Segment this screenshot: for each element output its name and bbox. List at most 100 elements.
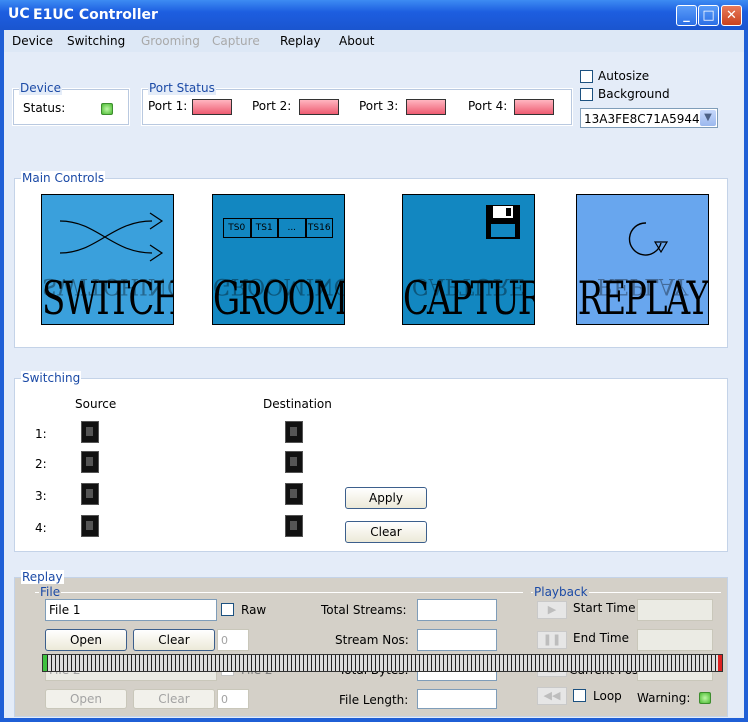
playback-title: Playback xyxy=(533,585,589,599)
source-port-1-icon[interactable] xyxy=(81,421,99,443)
raw-label: Raw xyxy=(241,603,267,617)
source-port-2-icon[interactable] xyxy=(81,451,99,473)
source-port-4-icon[interactable] xyxy=(81,515,99,537)
port3-led xyxy=(406,99,446,115)
autosize-label: Autosize xyxy=(598,69,650,83)
dest-port-4-icon[interactable] xyxy=(285,515,303,537)
end-time-field[interactable] xyxy=(637,629,713,651)
menu-grooming[interactable]: Grooming xyxy=(141,34,200,48)
file-length-field[interactable] xyxy=(417,689,497,709)
main-controls-title: Main Controls xyxy=(21,171,106,185)
device-group-title: Device xyxy=(19,81,63,95)
stream-nos-field[interactable] xyxy=(417,629,497,651)
switching-arrows-icon xyxy=(59,212,164,262)
row-label: 2: xyxy=(35,457,47,471)
maximize-button[interactable]: □ xyxy=(698,5,719,26)
capture-tile[interactable]: CAPTURE CAPTURE xyxy=(402,194,535,325)
port4-label: Port 4: xyxy=(468,99,508,113)
file-group: File File 1 Raw Open Clear 0 File 2 File… xyxy=(35,585,523,709)
replay-group-title: Replay xyxy=(21,570,64,584)
background-checkbox[interactable] xyxy=(580,88,593,101)
playback-group: Playback ▶ Start Time ❚❚ End Time ■ Curr… xyxy=(531,585,721,705)
port-status-group: Port Status Port 1: Port 2: Port 3: Port… xyxy=(141,81,573,126)
dest-port-3-icon[interactable] xyxy=(285,483,303,505)
total-streams-field[interactable] xyxy=(417,599,497,621)
switching-tile[interactable]: SWITCHING SWITCHING xyxy=(41,194,174,325)
clear-file2-button[interactable]: Clear xyxy=(133,689,215,709)
main-controls-group: Main Controls SWITCHING SWITCHING TS0 TS… xyxy=(14,171,728,348)
menu-capture[interactable]: Capture xyxy=(212,34,260,48)
ts-cell: ... xyxy=(278,218,306,238)
progress-end-marker xyxy=(718,655,722,671)
row-label: 4: xyxy=(35,521,47,535)
file2-stepper[interactable]: 0 xyxy=(217,689,249,709)
file1-stepper-value: 0 xyxy=(221,634,228,647)
raw-checkbox[interactable] xyxy=(221,603,234,616)
maximize-icon: □ xyxy=(702,8,715,23)
switching-tile-label: SWITCHING xyxy=(42,272,173,325)
switching-group-title: Switching xyxy=(21,371,82,385)
row-label: 1: xyxy=(35,427,47,441)
port1-led xyxy=(192,99,232,115)
port3-label: Port 3: xyxy=(359,99,399,113)
port2-led xyxy=(299,99,339,115)
ts-cell: TS0 xyxy=(223,218,251,238)
file2-stepper-value: 0 xyxy=(221,693,228,706)
background-label: Background xyxy=(598,87,670,101)
source-header: Source xyxy=(75,397,117,411)
warning-label: Warning: xyxy=(637,691,691,705)
apply-button[interactable]: Apply xyxy=(345,487,427,509)
row-label: 3: xyxy=(35,489,47,503)
port1-label: Port 1: xyxy=(148,99,188,113)
port4-led xyxy=(514,99,554,115)
replay-progress-bar xyxy=(42,654,723,672)
replay-tile[interactable]: REPLAY REPLAY xyxy=(576,194,709,325)
menu-replay[interactable]: Replay xyxy=(280,34,321,48)
device-select[interactable]: 13A3FE8C71A5944 ▼ xyxy=(580,108,718,128)
chevron-down-icon[interactable]: ▼ xyxy=(700,110,716,126)
minimize-icon: _ xyxy=(683,8,690,23)
total-streams-label: Total Streams: xyxy=(321,603,407,617)
clear-file1-button[interactable]: Clear xyxy=(133,629,215,651)
end-time-label: End Time xyxy=(573,631,629,645)
clear-switching-button[interactable]: Clear xyxy=(345,521,427,543)
grooming-tile[interactable]: TS0 TS1 ... TS16 GROOMING GROOMING xyxy=(212,194,345,325)
menu-switching[interactable]: Switching xyxy=(67,34,125,48)
dest-port-1-icon[interactable] xyxy=(285,421,303,443)
rewind-button[interactable]: ◀◀ xyxy=(537,687,567,705)
ts-cell: TS16 xyxy=(305,218,333,238)
start-time-label: Start Time xyxy=(573,601,636,615)
open-file1-button[interactable]: Open xyxy=(45,629,127,651)
main-body: Device Status: Port Status Port 1: Port … xyxy=(4,52,744,718)
open-file2-button[interactable]: Open xyxy=(45,689,127,709)
loop-checkbox[interactable] xyxy=(573,689,586,702)
autosize-checkbox[interactable] xyxy=(580,70,593,83)
loop-label: Loop xyxy=(593,689,622,703)
warning-led xyxy=(699,692,711,704)
window-title: E1UC Controller xyxy=(33,7,158,23)
file1-input[interactable]: File 1 xyxy=(45,599,217,621)
menu-bar: Device Switching Grooming Capture Replay… xyxy=(4,30,744,52)
replay-tile-label: REPLAY xyxy=(577,272,708,325)
device-select-value: 13A3FE8C71A5944 xyxy=(584,112,700,126)
ts-cell: TS1 xyxy=(250,218,278,238)
app-logo: UC xyxy=(8,6,30,22)
replay-icon xyxy=(628,222,669,256)
menu-device[interactable]: Device xyxy=(12,34,53,48)
minimize-button[interactable]: _ xyxy=(676,5,697,26)
file1-stepper[interactable]: 0 xyxy=(217,629,249,651)
start-time-field[interactable] xyxy=(637,599,713,621)
progress-start-marker xyxy=(43,655,47,671)
replay-group: Replay File File 1 Raw Open Clear 0 File… xyxy=(14,570,728,717)
status-label: Status: xyxy=(23,101,66,115)
source-port-3-icon[interactable] xyxy=(81,483,99,505)
menu-about[interactable]: About xyxy=(339,34,374,48)
title-bar[interactable]: UC E1UC Controller _ □ ✕ xyxy=(0,0,748,30)
play-button[interactable]: ▶ xyxy=(537,601,567,619)
close-button[interactable]: ✕ xyxy=(721,5,742,26)
timeslot-strip: TS0 TS1 ... TS16 xyxy=(223,218,333,238)
device-group: Device Status: xyxy=(12,81,130,126)
pause-button[interactable]: ❚❚ xyxy=(537,631,567,649)
device-status-led xyxy=(101,103,113,115)
dest-port-2-icon[interactable] xyxy=(285,451,303,473)
